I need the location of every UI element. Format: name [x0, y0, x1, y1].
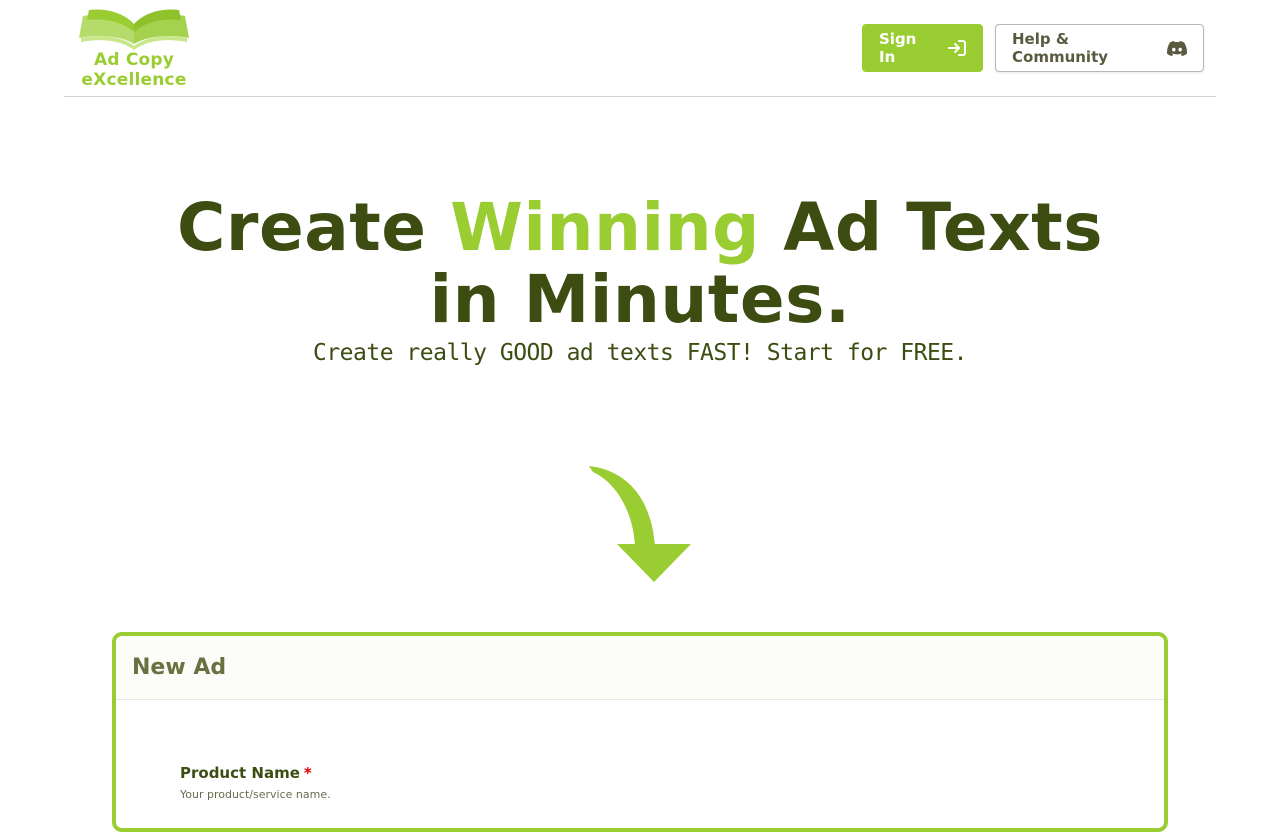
card-title: New Ad — [132, 655, 227, 680]
site-header: Ad Copy eXcellence Sign In Help & Commun… — [64, 0, 1216, 97]
sign-in-label: Sign In — [879, 30, 917, 66]
logo-line-2: eXcellence — [81, 70, 187, 90]
product-name-help: Your product/service name. — [180, 788, 331, 801]
card-header: New Ad — [116, 636, 1164, 700]
header-nav: Sign In Help & Community — [862, 24, 1204, 72]
hero-title-accent: Winning — [450, 189, 760, 266]
hero-title-start: Create — [176, 189, 427, 266]
help-community-label: Help & Community — [1012, 30, 1109, 66]
product-name-label: Product Name * — [180, 764, 331, 782]
curved-arrow-down-icon — [589, 466, 691, 582]
hero-title: Create Winning Ad Texts in Minutes. — [140, 192, 1140, 336]
new-ad-card: New Ad Product Name * Your product/servic… — [112, 632, 1168, 832]
hero-subtitle: Create really GOOD ad texts FAST! Start … — [312, 340, 968, 366]
logo[interactable]: Ad Copy eXcellence — [76, 6, 192, 92]
help-community-button[interactable]: Help & Community — [995, 24, 1204, 72]
product-name-label-text: Product Name — [180, 764, 300, 782]
open-book-icon — [79, 9, 189, 50]
required-mark: * — [303, 764, 312, 782]
sign-in-button[interactable]: Sign In — [862, 24, 983, 72]
product-name-field: Product Name * Your product/service name. — [180, 764, 331, 801]
discord-icon — [1167, 40, 1187, 56]
sign-in-icon — [948, 40, 966, 56]
logo-line-1: Ad Copy — [93, 50, 175, 70]
